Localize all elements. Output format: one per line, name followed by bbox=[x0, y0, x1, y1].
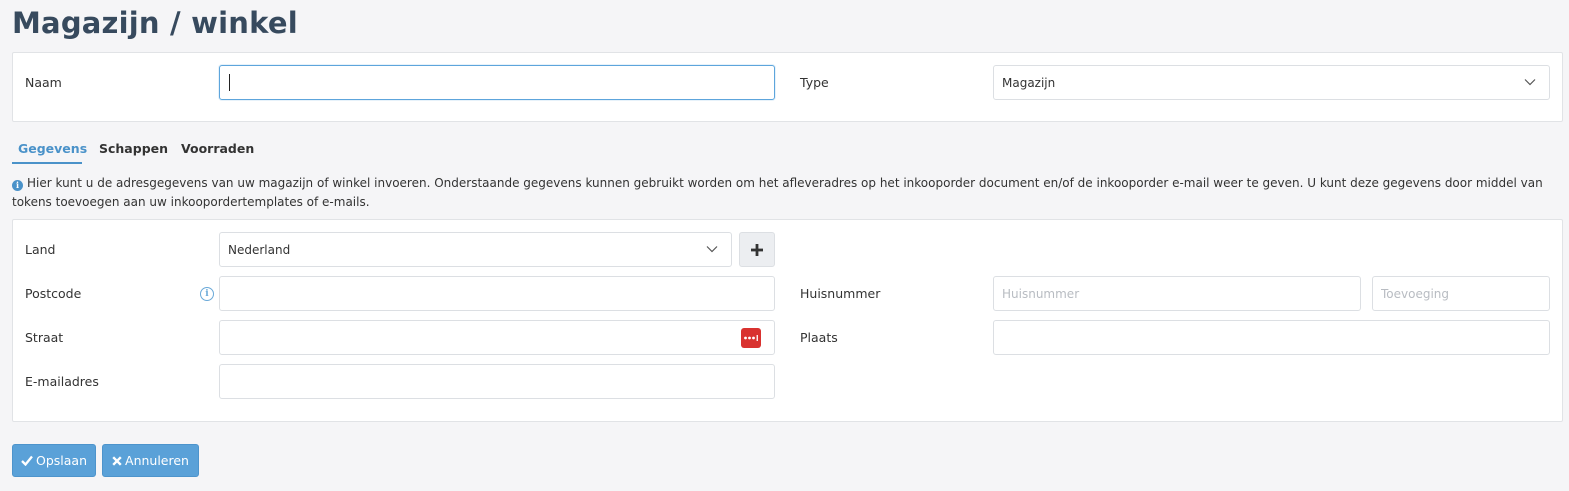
check-icon bbox=[21, 455, 33, 466]
tab-schappen[interactable]: Schappen bbox=[99, 141, 168, 156]
huisnummer-label: Huisnummer bbox=[800, 286, 881, 301]
straat-label: Straat bbox=[25, 330, 64, 345]
password-manager-icon[interactable] bbox=[741, 328, 761, 348]
email-input[interactable] bbox=[219, 364, 775, 399]
tab-voorraden[interactable]: Voorraden bbox=[181, 141, 254, 156]
tab-gegevens[interactable]: Gegevens bbox=[18, 141, 87, 156]
type-select-value: Magazijn bbox=[1002, 75, 1056, 90]
email-label: E-mailadres bbox=[25, 374, 99, 389]
naam-label: Naam bbox=[25, 75, 62, 90]
info-message: i Hier kunt u de adresgegevens van uw mag… bbox=[12, 174, 1562, 212]
page-title: Magazijn / winkel bbox=[12, 6, 298, 40]
dots-icon bbox=[744, 335, 758, 341]
naam-input[interactable] bbox=[219, 65, 775, 100]
chevron-down-icon bbox=[1524, 79, 1536, 86]
cancel-button-label: Annuleren bbox=[125, 453, 189, 468]
plus-icon bbox=[751, 243, 763, 256]
chevron-down-icon bbox=[706, 246, 718, 253]
save-button[interactable]: Opslaan bbox=[12, 444, 96, 477]
info-message-text: Hier kunt u de adresgegevens van uw maga… bbox=[12, 176, 1543, 209]
postcode-input[interactable] bbox=[219, 276, 775, 311]
huisnummer-input[interactable] bbox=[993, 276, 1361, 311]
plaats-label: Plaats bbox=[800, 330, 838, 345]
cancel-button[interactable]: Annuleren bbox=[102, 444, 199, 477]
save-button-label: Opslaan bbox=[35, 453, 87, 468]
land-label: Land bbox=[25, 242, 56, 257]
postcode-help-icon[interactable]: i bbox=[200, 287, 214, 301]
active-tab-indicator bbox=[12, 162, 82, 164]
straat-input[interactable] bbox=[219, 320, 775, 355]
land-select-value: Nederland bbox=[228, 242, 291, 257]
land-select[interactable]: Nederland bbox=[219, 232, 732, 267]
plaats-input[interactable] bbox=[993, 320, 1550, 355]
close-icon bbox=[112, 455, 122, 466]
add-country-button[interactable] bbox=[739, 232, 775, 267]
toevoeging-input[interactable] bbox=[1372, 276, 1550, 311]
type-label: Type bbox=[800, 75, 829, 90]
info-icon: i bbox=[12, 180, 23, 191]
type-select[interactable]: Magazijn bbox=[993, 65, 1550, 100]
text-cursor bbox=[229, 74, 230, 91]
postcode-label: Postcode bbox=[25, 286, 82, 301]
